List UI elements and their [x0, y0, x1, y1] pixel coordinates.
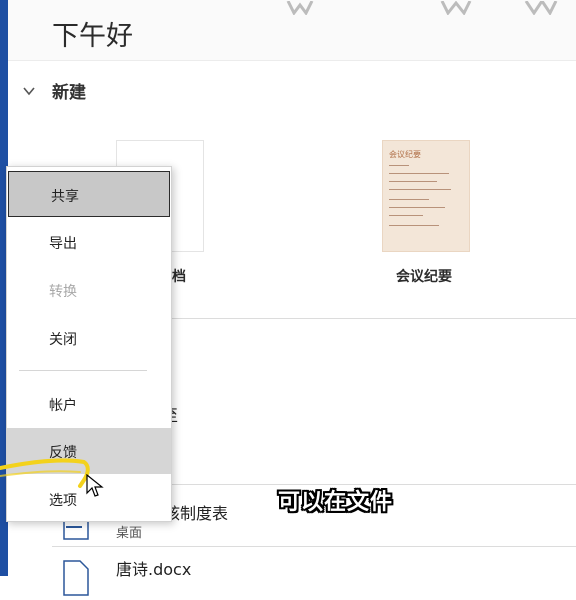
template-meeting-label: 会议纪要 [396, 269, 452, 285]
menu-item-share[interactable]: 共享 [8, 171, 170, 217]
mouse-cursor-icon [86, 474, 104, 497]
recent-file-location: 桌面 [116, 526, 143, 541]
recent-file-name: 唐诗.docx [116, 560, 192, 579]
chevron-down-icon [23, 86, 35, 95]
decoration-icon [520, 0, 560, 16]
menu-item-account[interactable]: 帐户 [7, 381, 171, 427]
menu-item-label: 导出 [49, 236, 77, 252]
new-section-title: 新建 [52, 83, 86, 103]
menu-separator [19, 370, 147, 371]
menu-item-label: 帐户 [49, 398, 77, 414]
template-thumb-title: 会议纪要 [389, 150, 421, 159]
greeting-title: 下午好 [52, 21, 133, 52]
menu-item-label: 关闭 [49, 332, 77, 348]
menu-item-export[interactable]: 导出 [7, 219, 171, 265]
template-blank-label: 档 [172, 269, 186, 285]
decoration-icon [280, 0, 320, 16]
menu-item-convert: 转换 [7, 267, 171, 313]
menu-item-label: 共享 [51, 189, 79, 205]
word-doc-icon [63, 560, 89, 596]
decoration-icon [436, 0, 476, 16]
menu-item-label: 转换 [49, 284, 77, 300]
menu-item-close[interactable]: 关闭 [7, 315, 171, 361]
recent-file-row[interactable]: 唐诗.docx [60, 556, 576, 600]
divider [52, 546, 576, 547]
new-section-toggle[interactable]: 新建 [22, 78, 86, 103]
template-meeting-minutes[interactable]: 会议纪要 [382, 140, 470, 252]
video-subtitle: 可以在文件 [278, 490, 394, 515]
